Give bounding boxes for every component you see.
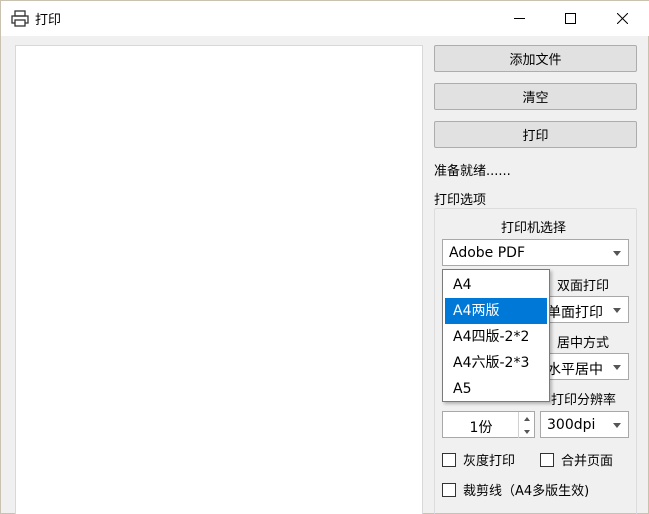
- chevron-down-icon: [613, 308, 621, 313]
- printer-select[interactable]: Adobe PDF: [442, 239, 629, 266]
- dropdown-item[interactable]: A5: [445, 376, 547, 402]
- dropdown-item-selected[interactable]: A4两版: [445, 298, 547, 324]
- clear-button[interactable]: 清空: [434, 83, 637, 110]
- close-button[interactable]: [599, 1, 645, 36]
- maximize-icon: [564, 13, 576, 24]
- center-mode-value: 水平居中: [547, 362, 603, 378]
- resolution-value: 300dpi: [547, 417, 596, 433]
- printer-select-label: 打印机选择: [501, 221, 567, 236]
- printer-icon: [11, 10, 29, 27]
- layout-dropdown-list[interactable]: A4 A4两版 A4四版-2*2 A4六版-2*3 A5: [442, 269, 550, 402]
- merge-pages-label: 合并页面: [561, 454, 614, 469]
- status-text: 准备就绪......: [434, 164, 511, 179]
- chevron-down-icon: [613, 365, 621, 370]
- crop-marks-checkbox[interactable]: 裁剪线（A4多版生效): [442, 480, 589, 499]
- crop-marks-label: 裁剪线（A4多版生效): [463, 484, 590, 499]
- spin-up-button[interactable]: [518, 412, 534, 425]
- grayscale-checkbox[interactable]: 灰度打印: [442, 450, 515, 469]
- chevron-down-icon: [613, 423, 621, 428]
- arrow-down-icon: [523, 429, 530, 434]
- checkbox-box[interactable]: [540, 452, 554, 467]
- checkbox-box[interactable]: [442, 452, 456, 467]
- minimize-icon: [513, 18, 525, 19]
- print-button[interactable]: 打印: [434, 121, 637, 148]
- duplex-label: 双面打印: [557, 279, 610, 294]
- copies-value: 1份: [469, 420, 493, 436]
- arrow-up-icon: [523, 416, 530, 421]
- close-icon: [616, 13, 628, 24]
- center-mode-label: 居中方式: [557, 336, 610, 351]
- copies-spinbox[interactable]: 1份: [442, 411, 535, 438]
- resolution-label: 打印分辨率: [551, 393, 617, 408]
- duplex-select[interactable]: 单面打印: [540, 296, 629, 323]
- resolution-select[interactable]: 300dpi: [540, 411, 629, 438]
- print-options-title: 打印选项: [434, 193, 487, 208]
- title-bar: 打印: [1, 1, 649, 36]
- chevron-down-icon: [613, 251, 621, 256]
- window-title: 打印: [35, 13, 62, 28]
- duplex-select-value: 单面打印: [547, 305, 603, 321]
- merge-pages-checkbox[interactable]: 合并页面: [540, 450, 613, 469]
- spin-down-button[interactable]: [518, 425, 534, 438]
- maximize-button[interactable]: [547, 1, 593, 36]
- dropdown-item[interactable]: A4: [445, 272, 547, 298]
- add-file-button[interactable]: 添加文件: [434, 45, 637, 72]
- printer-select-value: Adobe PDF: [449, 245, 526, 261]
- dropdown-item[interactable]: A4四版-2*2: [445, 324, 547, 350]
- minimize-button[interactable]: [496, 1, 542, 36]
- checkbox-box[interactable]: [442, 482, 456, 497]
- dropdown-item[interactable]: A4六版-2*3: [445, 350, 547, 376]
- center-mode-select[interactable]: 水平居中: [540, 353, 629, 380]
- print-preview-area[interactable]: [15, 45, 423, 514]
- grayscale-label: 灰度打印: [463, 454, 516, 469]
